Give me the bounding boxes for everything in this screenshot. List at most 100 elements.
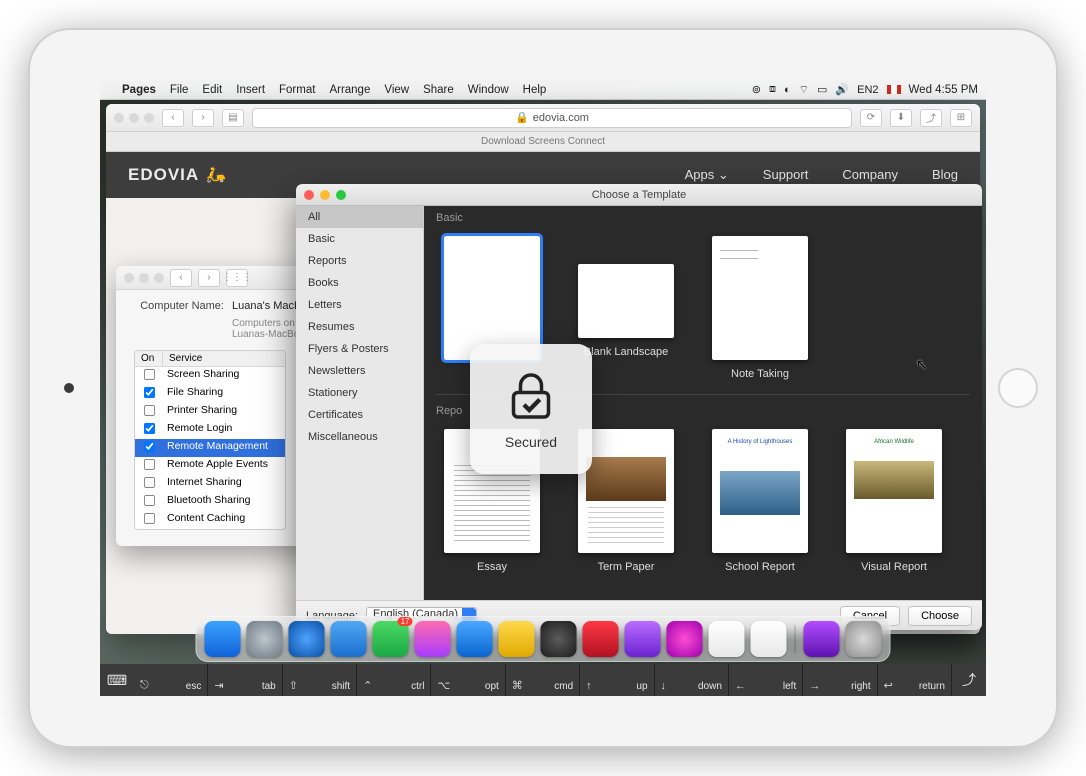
menu-format[interactable]: Format — [279, 84, 315, 96]
safari-share-button[interactable]: ⤴ — [920, 109, 942, 127]
user-icon[interactable]: ◐ — [784, 84, 791, 96]
category-basic[interactable]: Basic — [296, 228, 423, 250]
menu-window[interactable]: Window — [468, 84, 509, 96]
safari-sidebar-button[interactable]: ▤ — [222, 109, 244, 127]
display-icon[interactable]: ▭ — [817, 83, 827, 96]
category-flyers-posters[interactable]: Flyers & Posters — [296, 338, 423, 360]
template-thumbnail[interactable] — [578, 264, 674, 338]
safari-back-button[interactable]: ‹ — [162, 109, 184, 127]
nav-support[interactable]: Support — [763, 167, 809, 183]
ipad-home-button[interactable] — [998, 368, 1038, 408]
dock-screens-icon[interactable] — [583, 621, 619, 657]
dock-folder-icon[interactable] — [804, 621, 840, 657]
dock-finder-icon[interactable] — [205, 621, 241, 657]
category-books[interactable]: Books — [296, 272, 423, 294]
service-row[interactable]: Remote Login — [135, 421, 285, 439]
nav-company[interactable]: Company — [842, 167, 898, 183]
nav-blog[interactable]: Blog — [932, 167, 958, 183]
category-miscellaneous[interactable]: Miscellaneous — [296, 426, 423, 448]
template-visual-report[interactable]: Visual Report — [844, 429, 944, 573]
input-source-flag-icon[interactable] — [887, 85, 901, 94]
dock-settings-icon[interactable] — [541, 621, 577, 657]
zoom-icon[interactable] — [336, 190, 346, 200]
volume-icon[interactable]: 🔊 — [835, 83, 849, 96]
service-checkbox[interactable] — [143, 513, 154, 524]
syspref-back-button[interactable]: ‹ — [170, 269, 192, 287]
dock-pages-icon[interactable] — [751, 621, 787, 657]
service-row[interactable]: Remote Management — [135, 439, 285, 457]
safari-reload-button[interactable]: ⟳ — [860, 109, 882, 127]
nav-apps[interactable]: Apps ⌄ — [685, 167, 729, 183]
dock-pink-app-icon[interactable] — [667, 621, 703, 657]
dock-appstore-icon[interactable] — [457, 621, 493, 657]
service-row[interactable]: Remote Apple Events — [135, 457, 285, 475]
wifi-icon[interactable]: ⌔ — [799, 83, 809, 97]
service-row[interactable]: Bluetooth Sharing — [135, 493, 285, 511]
safari-tab-title[interactable]: Download Screens Connect — [481, 136, 605, 147]
screens-share-icon[interactable]: ⤴ — [952, 664, 986, 696]
menubar-app-name[interactable]: Pages — [122, 84, 156, 96]
menu-insert[interactable]: Insert — [236, 84, 265, 96]
key-opt[interactable]: ⌥opt — [431, 664, 505, 696]
key-right[interactable]: →right — [803, 664, 877, 696]
service-row[interactable]: File Sharing — [135, 385, 285, 403]
menu-file[interactable]: File — [170, 84, 189, 96]
service-checkbox[interactable] — [143, 477, 154, 488]
menu-view[interactable]: View — [384, 84, 409, 96]
service-row[interactable]: Content Caching — [135, 511, 285, 529]
key-ctrl[interactable]: ⌃ctrl — [357, 664, 431, 696]
category-all[interactable]: All — [296, 206, 423, 228]
menu-help[interactable]: Help — [523, 84, 547, 96]
category-newsletters[interactable]: Newsletters — [296, 360, 423, 382]
service-row[interactable]: Printer Sharing — [135, 403, 285, 421]
battery-label[interactable]: EN2 — [857, 84, 878, 96]
syspref-traffic-lights[interactable] — [124, 273, 164, 283]
dropbox-icon[interactable]: ⧈ — [769, 83, 776, 96]
category-stationery[interactable]: Stationery — [296, 382, 423, 404]
service-checkbox[interactable] — [143, 405, 154, 416]
menubar-clock[interactable]: Wed 4:55 PM — [909, 84, 978, 96]
safari-tabs-button[interactable]: ⊞ — [950, 109, 972, 127]
dock-launchpad-icon[interactable] — [247, 621, 283, 657]
close-icon[interactable] — [304, 190, 314, 200]
service-checkbox[interactable] — [143, 441, 154, 452]
menu-edit[interactable]: Edit — [202, 84, 222, 96]
template-thumbnail[interactable] — [846, 429, 942, 553]
service-row[interactable]: Screen Sharing — [135, 367, 285, 385]
category-certificates[interactable]: Certificates — [296, 404, 423, 426]
service-checkbox[interactable] — [143, 495, 154, 506]
template-thumbnail[interactable] — [444, 236, 540, 360]
menu-share[interactable]: Share — [423, 84, 454, 96]
safari-traffic-lights[interactable] — [114, 113, 154, 123]
key-shift[interactable]: ⇧shift — [283, 664, 357, 696]
template-school-report[interactable]: School Report — [710, 429, 810, 573]
template-thumbnail[interactable] — [712, 236, 808, 360]
syspref-forward-button[interactable]: › — [198, 269, 220, 287]
choose-button[interactable]: Choose — [908, 606, 972, 626]
keyboard-toggle-icon[interactable]: ⌨ — [100, 664, 134, 696]
dock-mail-icon[interactable] — [331, 621, 367, 657]
dock-messages-icon[interactable] — [373, 621, 409, 657]
key-down[interactable]: ↓down — [655, 664, 729, 696]
minimize-icon[interactable] — [320, 190, 330, 200]
key-left[interactable]: ←left — [729, 664, 803, 696]
key-up[interactable]: ↑up — [580, 664, 654, 696]
dock-trash-icon[interactable] — [846, 621, 882, 657]
safari-forward-button[interactable]: › — [192, 109, 214, 127]
service-checkbox[interactable] — [143, 387, 154, 398]
key-cmd[interactable]: ⌘cmd — [506, 664, 580, 696]
dock-safari-icon[interactable] — [289, 621, 325, 657]
template-thumbnail[interactable] — [578, 429, 674, 553]
airdrop-icon[interactable]: ⊚ — [752, 83, 761, 96]
dock-purple-app-icon[interactable] — [625, 621, 661, 657]
key-return[interactable]: ↩return — [878, 664, 952, 696]
service-row[interactable]: Internet Sharing — [135, 475, 285, 493]
pages-traffic-lights[interactable] — [304, 190, 346, 200]
service-checkbox[interactable] — [143, 423, 154, 434]
syspref-grid-button[interactable]: ⋮⋮⋮ — [226, 269, 248, 287]
template-note-taking[interactable]: Note Taking — [710, 236, 810, 380]
category-letters[interactable]: Letters — [296, 294, 423, 316]
edovia-logo[interactable]: EDOVIA 🛵 — [128, 165, 227, 185]
service-checkbox[interactable] — [143, 369, 154, 380]
service-checkbox[interactable] — [143, 459, 154, 470]
